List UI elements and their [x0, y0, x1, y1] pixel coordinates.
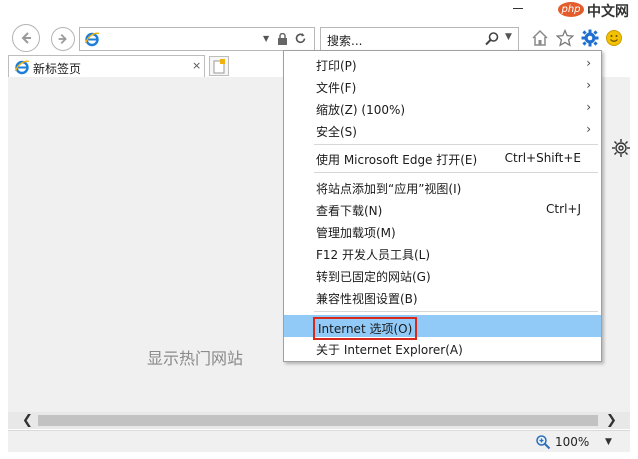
- tools-button[interactable]: [580, 28, 600, 48]
- address-dropdown-icon[interactable]: ▼: [263, 34, 269, 43]
- feedback-button[interactable]: [604, 28, 624, 48]
- home-button[interactable]: [530, 28, 550, 48]
- menu-item-about-ie[interactable]: 关于 Internet Explorer(A): [284, 337, 601, 359]
- menu-item-file[interactable]: 文件(F) ›: [284, 75, 601, 97]
- menu-item-view-downloads[interactable]: 查看下载(N) Ctrl+J: [284, 198, 601, 220]
- horizontal-scrollbar[interactable]: ❮ ❯: [8, 412, 630, 429]
- status-bar: 100% ▼: [8, 430, 630, 452]
- gear-icon: [581, 29, 599, 47]
- menu-item-label: 安全(S): [316, 125, 357, 139]
- tab-close-icon[interactable]: ×: [192, 59, 201, 72]
- forward-button[interactable]: [51, 27, 75, 51]
- search-icon[interactable]: [484, 31, 500, 47]
- menu-shortcut: Ctrl+Shift+E: [504, 151, 581, 165]
- back-arrow-icon: [21, 32, 31, 44]
- menu-item-compat-view[interactable]: 兼容性视图设置(B): [284, 286, 601, 308]
- home-icon: [532, 29, 548, 46]
- watermark-text: 中文网: [587, 4, 629, 20]
- menu-shortcut: Ctrl+J: [546, 202, 581, 216]
- menu-item-open-in-edge[interactable]: 使用 Microsoft Edge 打开(E) Ctrl+Shift+E: [284, 147, 601, 169]
- menu-item-pinned-sites[interactable]: 转到已固定的网站(G): [284, 264, 601, 286]
- menu-item-internet-options[interactable]: Internet 选项(O): [284, 315, 601, 340]
- menu-item-label: 将站点添加到“应用”视图(I): [316, 182, 462, 196]
- new-tab-icon: [213, 59, 225, 74]
- refresh-icon[interactable]: [294, 32, 307, 45]
- page-settings-button[interactable]: [611, 138, 631, 161]
- search-box[interactable]: 搜索... ▼: [320, 27, 519, 51]
- scroll-right-icon[interactable]: ❯: [606, 413, 617, 428]
- lock-icon[interactable]: [277, 33, 288, 45]
- zoom-icon: [536, 435, 551, 450]
- submenu-arrow-icon: ›: [586, 122, 591, 136]
- submenu-arrow-icon: ›: [586, 56, 591, 70]
- menu-item-manage-addons[interactable]: 管理加载项(M): [284, 220, 601, 242]
- address-bar[interactable]: ▼: [79, 27, 315, 51]
- search-input[interactable]: 搜索...: [327, 32, 362, 49]
- menu-item-zoom[interactable]: 缩放(Z) (100%) ›: [284, 97, 601, 119]
- star-icon: [556, 29, 574, 47]
- zoom-dropdown-icon[interactable]: ▼: [605, 437, 612, 447]
- menu-item-label: 使用 Microsoft Edge 打开(E): [316, 153, 478, 167]
- search-dropdown-icon[interactable]: ▼: [505, 32, 512, 42]
- menu-item-label: 打印(P): [316, 59, 357, 73]
- zoom-level[interactable]: 100%: [555, 435, 589, 449]
- tab-new-tab[interactable]: 新标签页 ×: [8, 55, 205, 77]
- menu-item-dev-tools[interactable]: F12 开发人员工具(L): [284, 242, 601, 264]
- php-logo: php: [558, 2, 584, 17]
- ie-tab-icon: [14, 60, 30, 75]
- ie-logo-icon: [84, 32, 100, 47]
- menu-item-security[interactable]: 安全(S) ›: [284, 119, 601, 141]
- watermark-logo: php 中文网: [556, 0, 638, 20]
- smiley-icon: [606, 30, 622, 46]
- menu-item-label: 查看下载(N): [316, 204, 383, 218]
- submenu-arrow-icon: ›: [586, 78, 591, 92]
- scroll-left-icon[interactable]: ❮: [22, 413, 33, 428]
- minimize-button[interactable]: [513, 8, 523, 9]
- gear-outline-icon: [612, 139, 630, 157]
- menu-separator: [314, 144, 598, 145]
- favorites-button[interactable]: [555, 28, 575, 48]
- tools-menu: 打印(P) › 文件(F) › 缩放(Z) (100%) › 安全(S) › 使…: [283, 50, 602, 362]
- tab-title: 新标签页: [33, 62, 82, 76]
- menu-separator: [314, 311, 598, 312]
- new-tab-button[interactable]: [209, 56, 229, 76]
- show-top-sites-link[interactable]: 显示热门网站: [147, 345, 243, 369]
- menu-item-label: 缩放(Z) (100%): [316, 103, 406, 117]
- menu-item-label: 关于 Internet Explorer(A): [316, 343, 463, 357]
- menu-item-print[interactable]: 打印(P) ›: [284, 53, 601, 75]
- forward-arrow-icon: [58, 34, 67, 44]
- menu-item-label: F12 开发人员工具(L): [316, 248, 431, 262]
- scrollbar-thumb[interactable]: [38, 415, 598, 426]
- menu-item-label: 文件(F): [316, 81, 357, 95]
- back-button[interactable]: [12, 24, 40, 52]
- submenu-arrow-icon: ›: [586, 100, 591, 114]
- menu-item-label: 兼容性视图设置(B): [316, 292, 418, 306]
- menu-item-label: 管理加载项(M): [316, 226, 396, 240]
- menu-item-add-to-apps[interactable]: 将站点添加到“应用”视图(I): [284, 176, 601, 198]
- menu-item-label: 转到已固定的网站(G): [316, 270, 431, 284]
- menu-separator: [314, 172, 598, 173]
